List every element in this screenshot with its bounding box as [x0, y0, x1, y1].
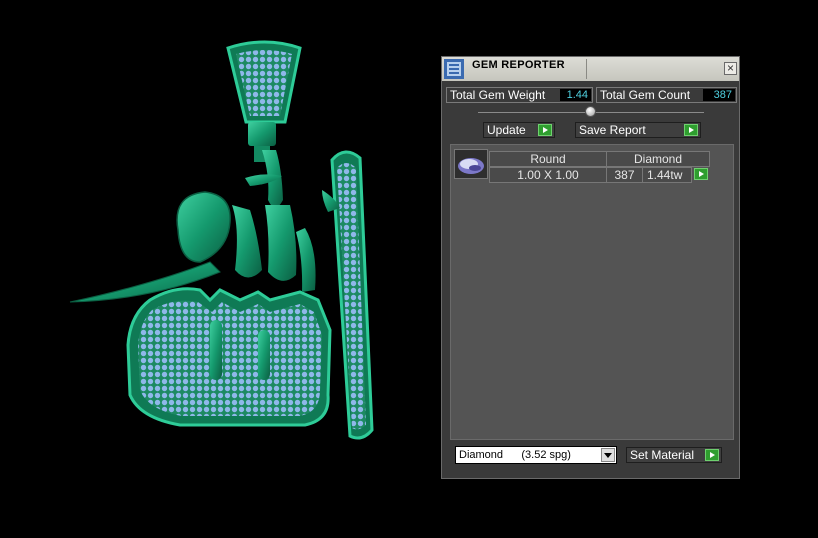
set-material-button-label: Set Material [630, 448, 695, 462]
arrow-right-icon [705, 449, 719, 461]
total-gem-weight-label: Total Gem Weight [450, 88, 546, 102]
gem-size: 1.00 X 1.00 [489, 167, 607, 183]
close-icon[interactable]: × [724, 62, 737, 75]
gem-row-go-button[interactable] [691, 167, 710, 183]
total-gem-weight: Total Gem Weight 1.44 [446, 87, 593, 103]
3d-viewport[interactable] [0, 0, 440, 533]
gem-count: 387 [606, 167, 643, 183]
slider-knob[interactable] [585, 106, 596, 117]
arrow-right-icon [694, 168, 708, 180]
gem-weight: 1.44tw [642, 167, 692, 183]
set-material-button[interactable]: Set Material [626, 447, 722, 463]
pendant-metal-strokes [69, 150, 340, 303]
arrow-right-icon [684, 124, 698, 136]
window-title: GEM REPORTER [472, 59, 565, 71]
gem-reporter-app-icon [444, 59, 464, 79]
save-report-button[interactable]: Save Report [575, 122, 701, 138]
dropdown-arrow-icon[interactable] [601, 448, 615, 462]
total-gem-count-value: 387 [703, 89, 735, 101]
gem-list: Round Diamond 1.00 X 1.00 387 1.44tw [450, 144, 734, 440]
total-gem-count: Total Gem Count 387 [596, 87, 737, 103]
save-report-button-label: Save Report [579, 123, 646, 137]
total-gem-count-label: Total Gem Count [600, 88, 691, 102]
title-bar[interactable]: GEM REPORTER × [442, 57, 739, 81]
pendant-tall-stroke [330, 150, 374, 440]
gem-material: Diamond [606, 151, 710, 167]
pendant-bail [226, 40, 302, 162]
update-button-label: Update [487, 123, 526, 137]
gem-shape: Round [489, 151, 607, 167]
material-select-value: Diamond (3.52 spg) [459, 449, 571, 461]
round-gem-icon[interactable] [454, 149, 488, 179]
total-gem-weight-value: 1.44 [560, 89, 591, 101]
gem-reporter-panel: GEM REPORTER × Total Gem Weight 1.44 Tot… [441, 56, 740, 479]
update-button[interactable]: Update [483, 122, 555, 138]
title-divider [586, 59, 587, 79]
arrow-right-icon [538, 124, 552, 136]
pendant-body-gems [126, 287, 332, 427]
allah-pendant-model[interactable] [0, 0, 440, 533]
material-select[interactable]: Diamond (3.52 spg) [455, 446, 617, 464]
